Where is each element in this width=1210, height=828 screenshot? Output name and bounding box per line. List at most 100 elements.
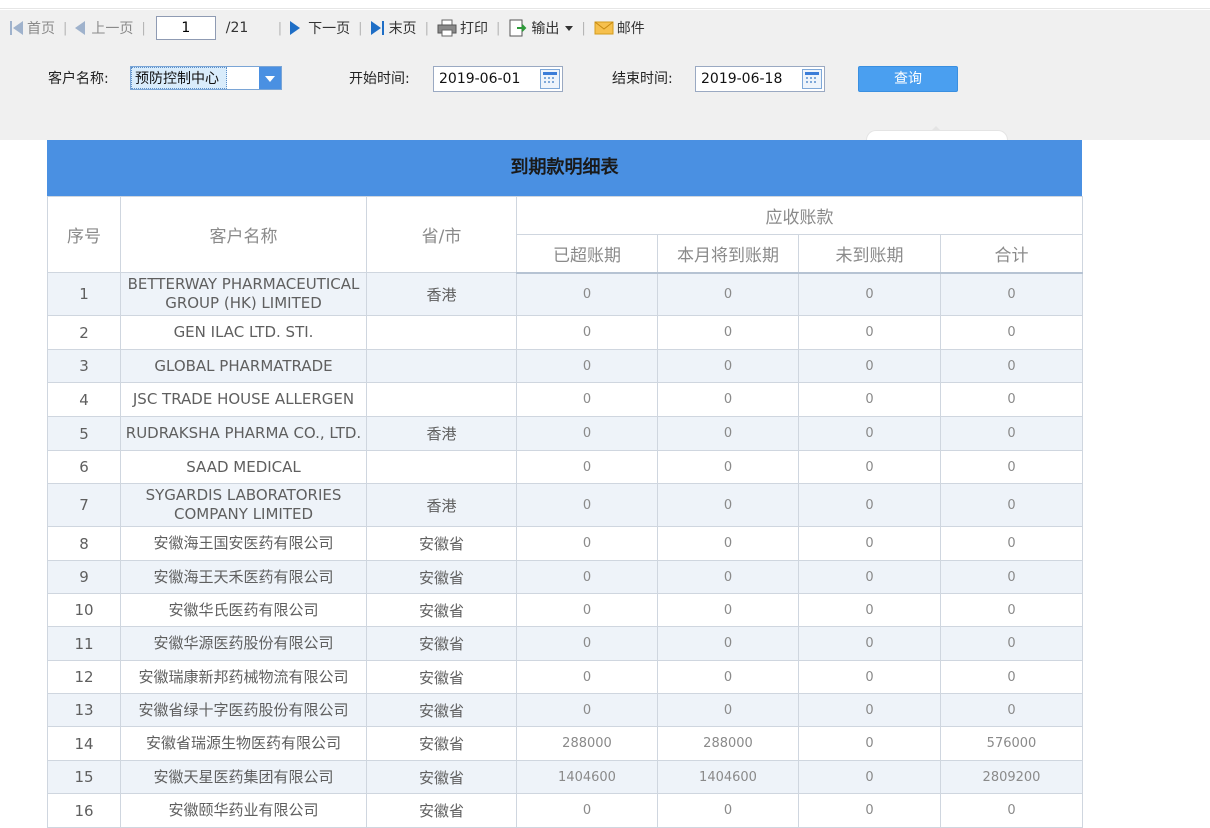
- table-row: 13 安徽省绿十字医药股份有限公司 安徽省 0 0 0 0: [47, 693, 1083, 727]
- query-button[interactable]: 查询: [858, 66, 958, 92]
- report-table: 序号 客户名称 省/市 应收账款 已超账期 本月将到账期 未到账期 合计 1 BE…: [47, 196, 1083, 828]
- table-row: 14 安徽省瑞源生物医药有限公司 安徽省 288000 288000 0 576000: [47, 726, 1083, 761]
- cell-prov: 安徽省: [366, 726, 517, 761]
- cell-c: 0: [798, 760, 941, 794]
- cell-b: 0: [657, 660, 799, 694]
- print-button[interactable]: 打印: [433, 16, 492, 40]
- cell-d: 0: [940, 450, 1083, 484]
- combobox-dropdown-icon[interactable]: [259, 67, 281, 89]
- cell-a: 0: [516, 483, 658, 527]
- report-table-body: 1 BETTERWAY PHARMACEUTICAL GROUP (HK) LIM…: [47, 272, 1083, 828]
- cell-d: 0: [940, 483, 1083, 527]
- next-page-icon: [290, 21, 301, 35]
- mail-icon: [594, 21, 614, 35]
- cell-d: 0: [940, 382, 1083, 417]
- cell-prov: 安徽省: [366, 526, 517, 561]
- export-button[interactable]: 输出: [504, 16, 577, 40]
- cell-prov: [366, 349, 517, 383]
- cell-d: 0: [940, 526, 1083, 561]
- header-receivable: 应收账款: [516, 196, 1083, 235]
- first-page-button[interactable]: 首页: [6, 16, 59, 40]
- header-total: 合计: [940, 234, 1083, 274]
- cell-a: 0: [516, 416, 658, 451]
- next-page-button[interactable]: 下一页: [286, 16, 354, 40]
- cell-name: 安徽天星医药集团有限公司: [120, 760, 367, 794]
- cell-d: 0: [940, 660, 1083, 694]
- cell-c: 0: [798, 483, 941, 527]
- cell-c: 0: [798, 626, 941, 661]
- header-index: 序号: [47, 196, 121, 273]
- table-row: 7 SYGARDIS LABORATORIES COMPANY LIMITED 香港…: [47, 483, 1083, 527]
- customer-combobox-value[interactable]: 预防控制中心: [131, 67, 227, 89]
- cell-a: 0: [516, 626, 658, 661]
- cell-d: 0: [940, 693, 1083, 727]
- start-date-field[interactable]: 2019-06-01: [433, 66, 563, 92]
- end-date-field[interactable]: 2019-06-18: [695, 66, 825, 92]
- last-page-icon: [370, 21, 385, 35]
- table-row: 6 SAAD MEDICAL 0 0 0 0: [47, 450, 1083, 484]
- last-page-button[interactable]: 末页: [367, 16, 421, 40]
- cell-name: 安徽颐华药业有限公司: [120, 793, 367, 828]
- cell-a: 0: [516, 382, 658, 417]
- cell-c: 0: [798, 382, 941, 417]
- mail-button[interactable]: 邮件: [590, 16, 649, 40]
- page-total: /21: [225, 20, 249, 36]
- header-province: 省/市: [366, 196, 517, 273]
- page-number-input[interactable]: [155, 16, 216, 40]
- table-row: 11 安徽华源医药股份有限公司 安徽省 0 0 0 0: [47, 626, 1083, 661]
- toolbar-separator: |: [277, 20, 283, 36]
- header-overdue: 已超账期: [516, 234, 658, 274]
- report-area: 到期款明细表 序号 客户名称 省/市 应收账款 已超账期 本月将到账期 未到账期…: [47, 140, 1083, 828]
- cell-idx: 14: [47, 726, 121, 761]
- cell-d: 0: [940, 272, 1083, 316]
- cell-b: 0: [657, 416, 799, 451]
- cell-d: 576000: [940, 726, 1083, 761]
- prev-page-button[interactable]: 上一页: [71, 16, 137, 40]
- table-row: 5 RUDRAKSHA PHARMA CO., LTD. 香港 0 0 0 0: [47, 416, 1083, 451]
- cell-idx: 5: [47, 416, 121, 451]
- cell-prov: 香港: [366, 483, 517, 527]
- customer-combobox[interactable]: 预防控制中心: [130, 66, 282, 90]
- cell-a: 0: [516, 793, 658, 828]
- cell-c: 0: [798, 526, 941, 561]
- calendar-icon[interactable]: [540, 69, 560, 89]
- cell-name: 安徽海王天禾医药有限公司: [120, 560, 367, 594]
- cell-d: 0: [940, 315, 1083, 350]
- cell-d: 0: [940, 349, 1083, 383]
- cell-d: 0: [940, 593, 1083, 627]
- cell-name: 安徽瑞康新邦药械物流有限公司: [120, 660, 367, 694]
- table-row: 15 安徽天星医药集团有限公司 安徽省 1404600 1404600 0 2809200: [47, 760, 1083, 794]
- cell-prov: [366, 382, 517, 417]
- table-row: 3 GLOBAL PHARMATRADE 0 0 0 0: [47, 349, 1083, 383]
- cell-prov: 安徽省: [366, 593, 517, 627]
- cell-name: BETTERWAY PHARMACEUTICAL GROUP (HK) LIMI…: [120, 272, 367, 316]
- calendar-icon[interactable]: [802, 69, 822, 89]
- cell-prov: 安徽省: [366, 660, 517, 694]
- cell-name: GEN ILAC LTD. STI.: [120, 315, 367, 350]
- cell-name: 安徽省绿十字医药股份有限公司: [120, 693, 367, 727]
- cell-prov: [366, 450, 517, 484]
- export-icon: [509, 19, 527, 37]
- cell-b: 0: [657, 693, 799, 727]
- cell-c: 0: [798, 450, 941, 484]
- cell-a: 0: [516, 450, 658, 484]
- cell-idx: 10: [47, 593, 121, 627]
- cell-idx: 6: [47, 450, 121, 484]
- toolbar-separator: |: [141, 20, 146, 36]
- table-row: 9 安徽海王天禾医药有限公司 安徽省 0 0 0 0: [47, 560, 1083, 594]
- header-due-this-month: 本月将到账期: [657, 234, 799, 274]
- cell-a: 1404600: [516, 760, 658, 794]
- cell-idx: 13: [47, 693, 121, 727]
- table-row: 10 安徽华氏医药有限公司 安徽省 0 0 0 0: [47, 593, 1083, 627]
- cell-a: 0: [516, 593, 658, 627]
- start-date-label: 开始时间:: [349, 71, 410, 87]
- toolbar-separator: |: [495, 20, 501, 36]
- cell-name: GLOBAL PHARMATRADE: [120, 349, 367, 383]
- cell-c: 0: [798, 560, 941, 594]
- toolbar-separator: |: [63, 20, 68, 36]
- cell-prov: 香港: [366, 272, 517, 316]
- printer-icon: [437, 19, 457, 37]
- cell-b: 0: [657, 349, 799, 383]
- prev-page-icon: [75, 21, 86, 35]
- cell-idx: 16: [47, 793, 121, 828]
